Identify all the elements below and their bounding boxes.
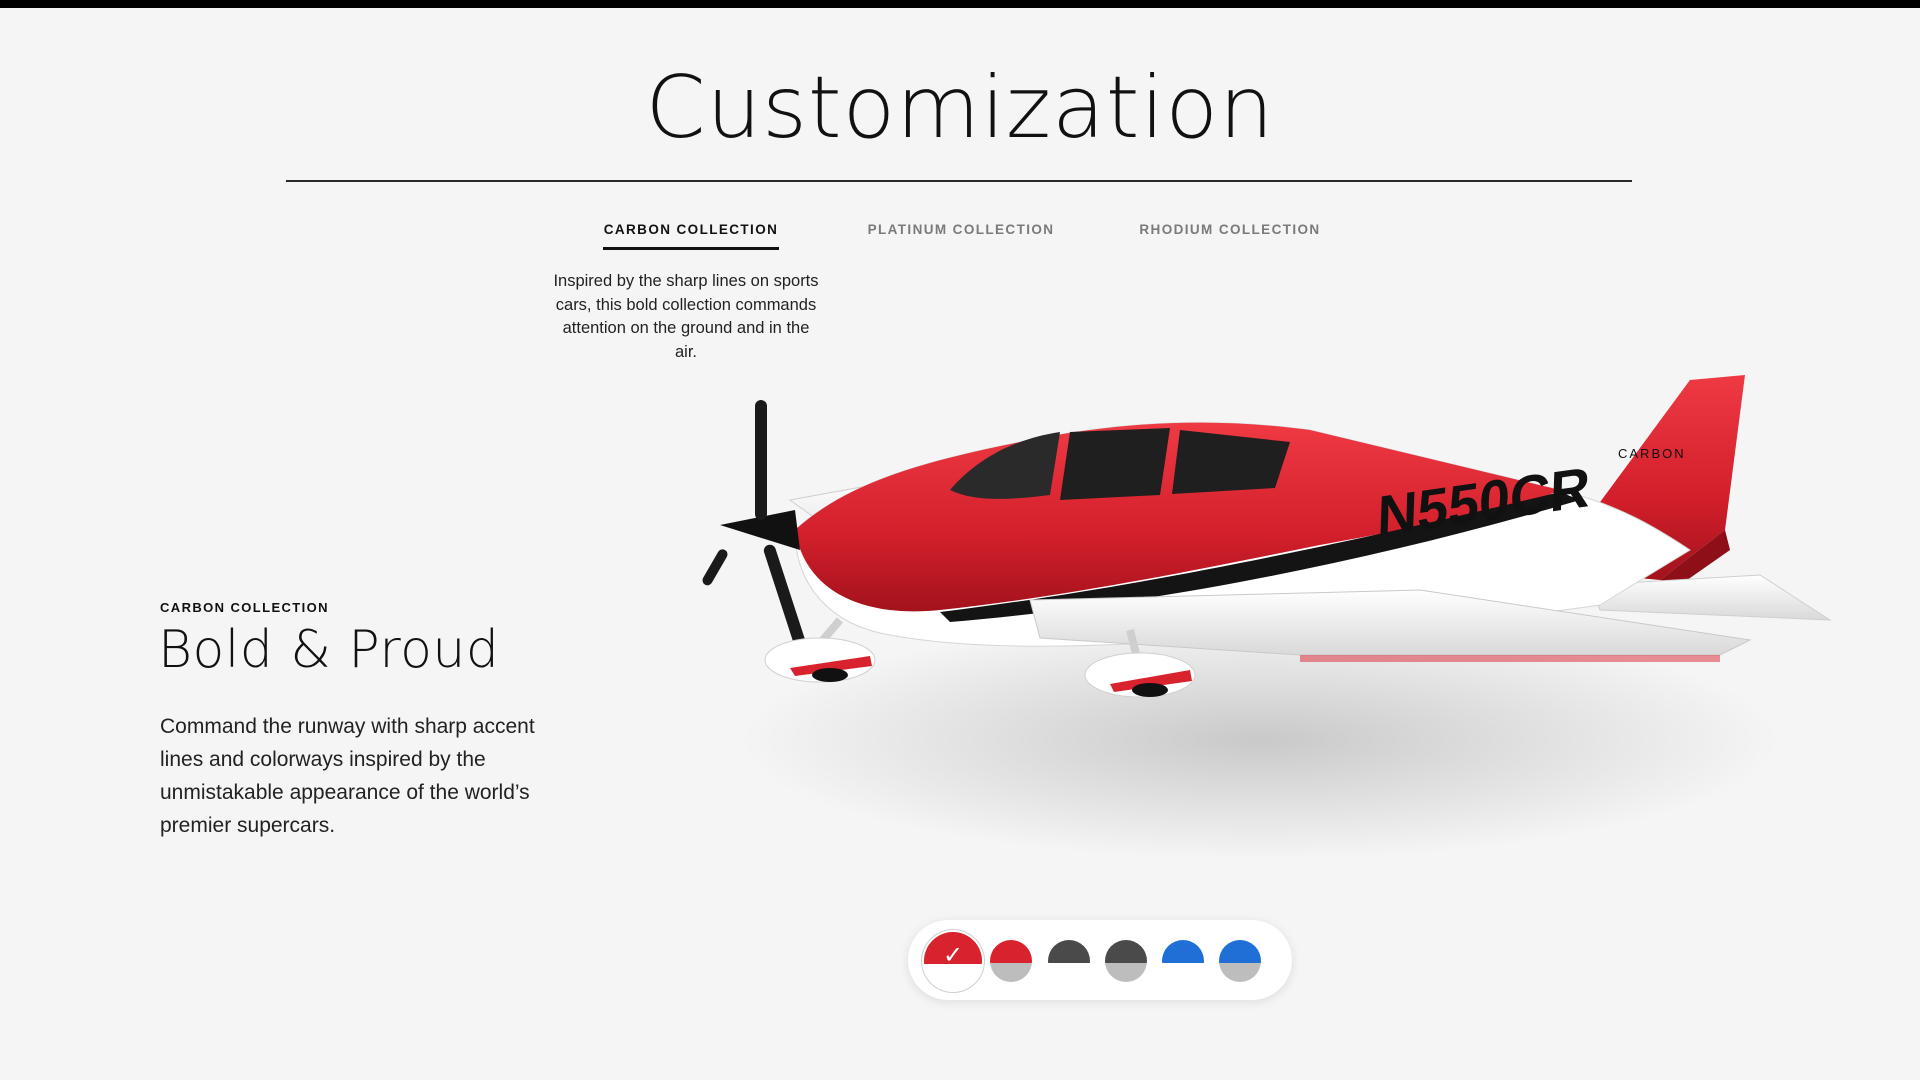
swatch-red-grey[interactable] [990, 940, 1032, 982]
swatch-blue-white[interactable] [1162, 940, 1204, 982]
collection-tabs: CARBON COLLECTION PLATINUM COLLECTION RH… [0, 222, 1920, 252]
feature-headline: Bold & Proud [158, 620, 500, 680]
top-bar [0, 0, 1920, 8]
cabin-window-front [1060, 428, 1170, 500]
tab-platinum-collection[interactable]: PLATINUM COLLECTION [862, 222, 1060, 247]
swatch-blue-grey[interactable] [1219, 940, 1261, 982]
feature-body: Command the runway with sharp accent lin… [160, 715, 535, 837]
tab-carbon-collection[interactable]: CARBON COLLECTION [603, 222, 779, 250]
title-divider [286, 180, 1632, 182]
collection-description: Inspired by the sharp lines on sports ca… [553, 272, 819, 361]
page-title: Customization [645, 58, 1275, 158]
tab-rhodium-collection[interactable]: RHODIUM COLLECTION [1132, 222, 1328, 247]
swatch-charcoal-white[interactable] [1048, 940, 1090, 982]
tail-mark: CARBON [1618, 446, 1686, 461]
feature-eyebrow: CARBON COLLECTION [160, 600, 329, 615]
checkmark-icon: ✓ [942, 942, 964, 970]
propeller-blade-top [755, 400, 767, 520]
aircraft-illustration: N550CR CARBON [702, 375, 1832, 860]
swatch-red-white[interactable]: ✓ [924, 932, 982, 990]
swatch-charcoal-grey[interactable] [1105, 940, 1147, 982]
color-swatch-bar: ✓ [908, 920, 1292, 1000]
aircraft-render: N550CR CARBON [700, 370, 1850, 890]
